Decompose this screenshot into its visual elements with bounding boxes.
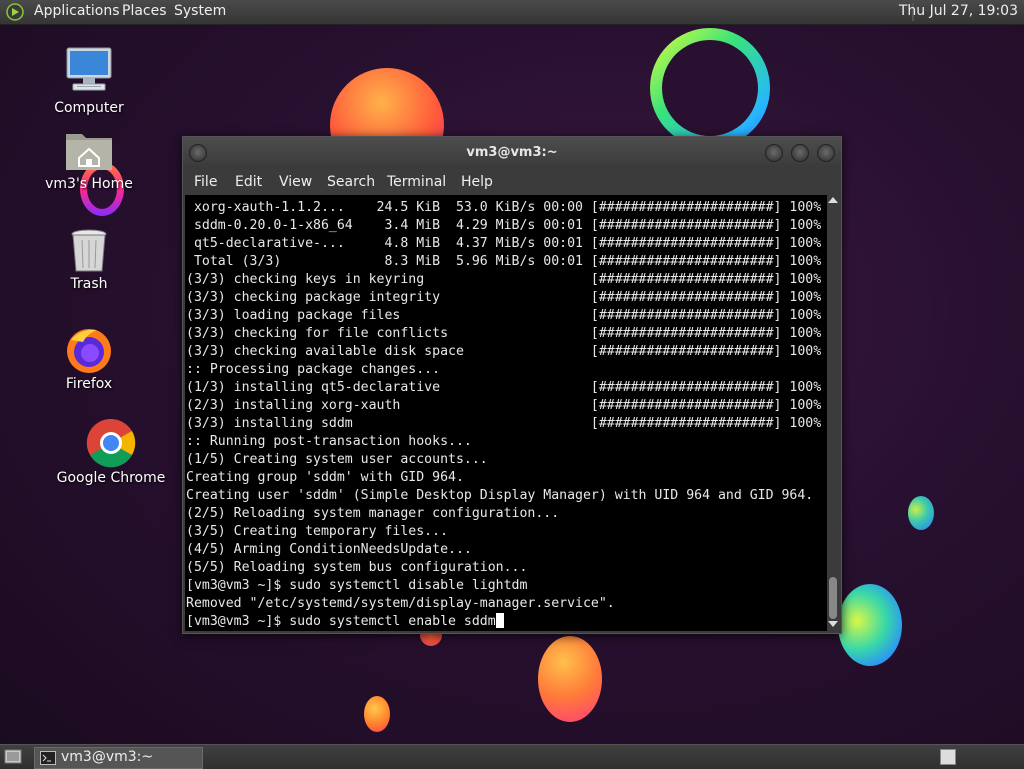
clock[interactable]: Thu Jul 27, 19:03 [899, 3, 1018, 19]
terminal-icon [40, 751, 56, 765]
terminal-line: sddm-0.20.0-1-x86_64 3.4 MiB 4.29 MiB/s … [186, 218, 822, 233]
terminal-line: [vm3@vm3 ~]$ sudo systemctl disable ligh… [186, 578, 528, 593]
desktop-icon-firefox[interactable]: Firefox [44, 326, 134, 392]
text-cursor [495, 613, 504, 628]
terminal-line: (3/3) checking for file conflicts [#####… [186, 326, 822, 341]
terminal-line: (2/3) installing xorg-xauth [###########… [186, 398, 822, 413]
terminal-line: (2/5) Reloading system manager configura… [186, 506, 560, 521]
desktop-icon-home[interactable]: vm3's Home [44, 128, 134, 192]
firefox-icon [63, 326, 115, 374]
desktop-icon-chrome[interactable]: Google Chrome [57, 418, 165, 486]
window-titlebar[interactable]: vm3@vm3:~ [183, 137, 841, 169]
workspace-switcher[interactable] [940, 749, 956, 765]
terminal-line: (4/5) Arming ConditionNeedsUpdate... [186, 542, 472, 557]
terminal-menubar: File Edit View Search Terminal Help [183, 169, 841, 195]
menu-terminal[interactable]: Terminal [387, 174, 446, 190]
close-icon[interactable] [817, 144, 835, 162]
taskbar-item-terminal[interactable]: vm3@vm3:~ [34, 747, 203, 769]
menu-system[interactable]: System [174, 3, 226, 19]
terminal-line: (3/3) loading package files [###########… [186, 308, 822, 323]
menu-applications[interactable]: Applications [34, 3, 120, 19]
terminal-window[interactable]: vm3@vm3:~ File Edit View Search Terminal… [182, 136, 842, 634]
decor-orange-bottom [538, 636, 602, 722]
terminal-line: Total (3/3) 8.3 MiB 5.96 MiB/s 00:01 [##… [186, 254, 822, 269]
terminal-line: (3/3) checking package integrity [######… [186, 290, 822, 305]
terminal-line: :: Running post-transaction hooks... [186, 434, 472, 449]
terminal-line: Creating user 'sddm' (Simple Desktop Dis… [186, 488, 814, 503]
menu-search[interactable]: Search [327, 174, 375, 190]
terminal-line: [vm3@vm3 ~]$ sudo systemctl enable sddm [186, 614, 496, 629]
window-title: vm3@vm3:~ [466, 145, 558, 160]
scroll-up-arrow-icon[interactable] [828, 197, 838, 203]
bottom-panel: vm3@vm3:~ [0, 744, 1024, 769]
scroll-down-arrow-icon[interactable] [828, 621, 838, 627]
terminal-line: Removed "/etc/systemd/system/display-man… [186, 596, 615, 611]
minimize-icon[interactable] [765, 144, 783, 162]
terminal-line: :: Processing package changes... [186, 362, 441, 377]
applications-logo-icon[interactable] [6, 3, 24, 21]
desktop-icon-label: Trash [70, 276, 108, 292]
home-folder-icon [63, 128, 115, 180]
terminal-line: (3/3) checking keys in keyring [########… [186, 272, 822, 287]
terminal-line: Creating group 'sddm' with GID 964. [186, 470, 464, 485]
terminal-line: (3/3) installing sddm [#################… [186, 416, 822, 431]
menu-places[interactable]: Places [122, 3, 167, 19]
terminal-line: (1/3) installing qt5-declarative [######… [186, 380, 822, 395]
decor-ring-top [650, 28, 770, 148]
terminal-text: xorg-xauth-1.1.2... 24.5 KiB 53.0 KiB/s … [185, 195, 827, 631]
desktop-icon-trash[interactable]: Trash [44, 228, 134, 292]
maximize-icon[interactable] [791, 144, 809, 162]
desktop-icon-label: Google Chrome [56, 470, 166, 486]
terminal-output[interactable]: xorg-xauth-1.1.2... 24.5 KiB 53.0 KiB/s … [185, 195, 827, 631]
terminal-line: xorg-xauth-1.1.2... 24.5 KiB 53.0 KiB/s … [186, 200, 822, 215]
desktop-icon-label: Firefox [65, 376, 113, 392]
terminal-line: (1/5) Creating system user accounts... [186, 452, 488, 467]
scrollbar-thumb[interactable] [829, 577, 837, 619]
decor-orange-tiny [364, 696, 390, 732]
scrollbar[interactable] [827, 195, 839, 631]
menu-file[interactable]: File [194, 174, 217, 190]
trash-icon [63, 228, 115, 274]
terminal-line: (5/5) Reloading system bus configuration… [186, 560, 528, 575]
taskbar-item-label: vm3@vm3:~ [61, 749, 154, 765]
menu-help[interactable]: Help [461, 174, 493, 190]
terminal-line: qt5-declarative-... 4.8 MiB 4.37 MiB/s 0… [186, 236, 822, 251]
menu-edit[interactable]: Edit [235, 174, 262, 190]
terminal-line: (3/5) Creating temporary files... [186, 524, 449, 539]
show-desktop-icon[interactable] [4, 748, 22, 765]
chrome-icon [85, 418, 137, 468]
top-panel: Applications Places System Thu Jul 27, 1… [0, 0, 1024, 25]
computer-icon [63, 46, 115, 98]
desktop-icon-label: Computer [54, 100, 124, 116]
desktop-icon-computer[interactable]: Computer [44, 46, 134, 116]
decor-blue-large [838, 584, 902, 666]
terminal-line: (3/3) checking available disk space [###… [186, 344, 822, 359]
menu-view[interactable]: View [279, 174, 312, 190]
decor-blue-small [908, 496, 934, 530]
